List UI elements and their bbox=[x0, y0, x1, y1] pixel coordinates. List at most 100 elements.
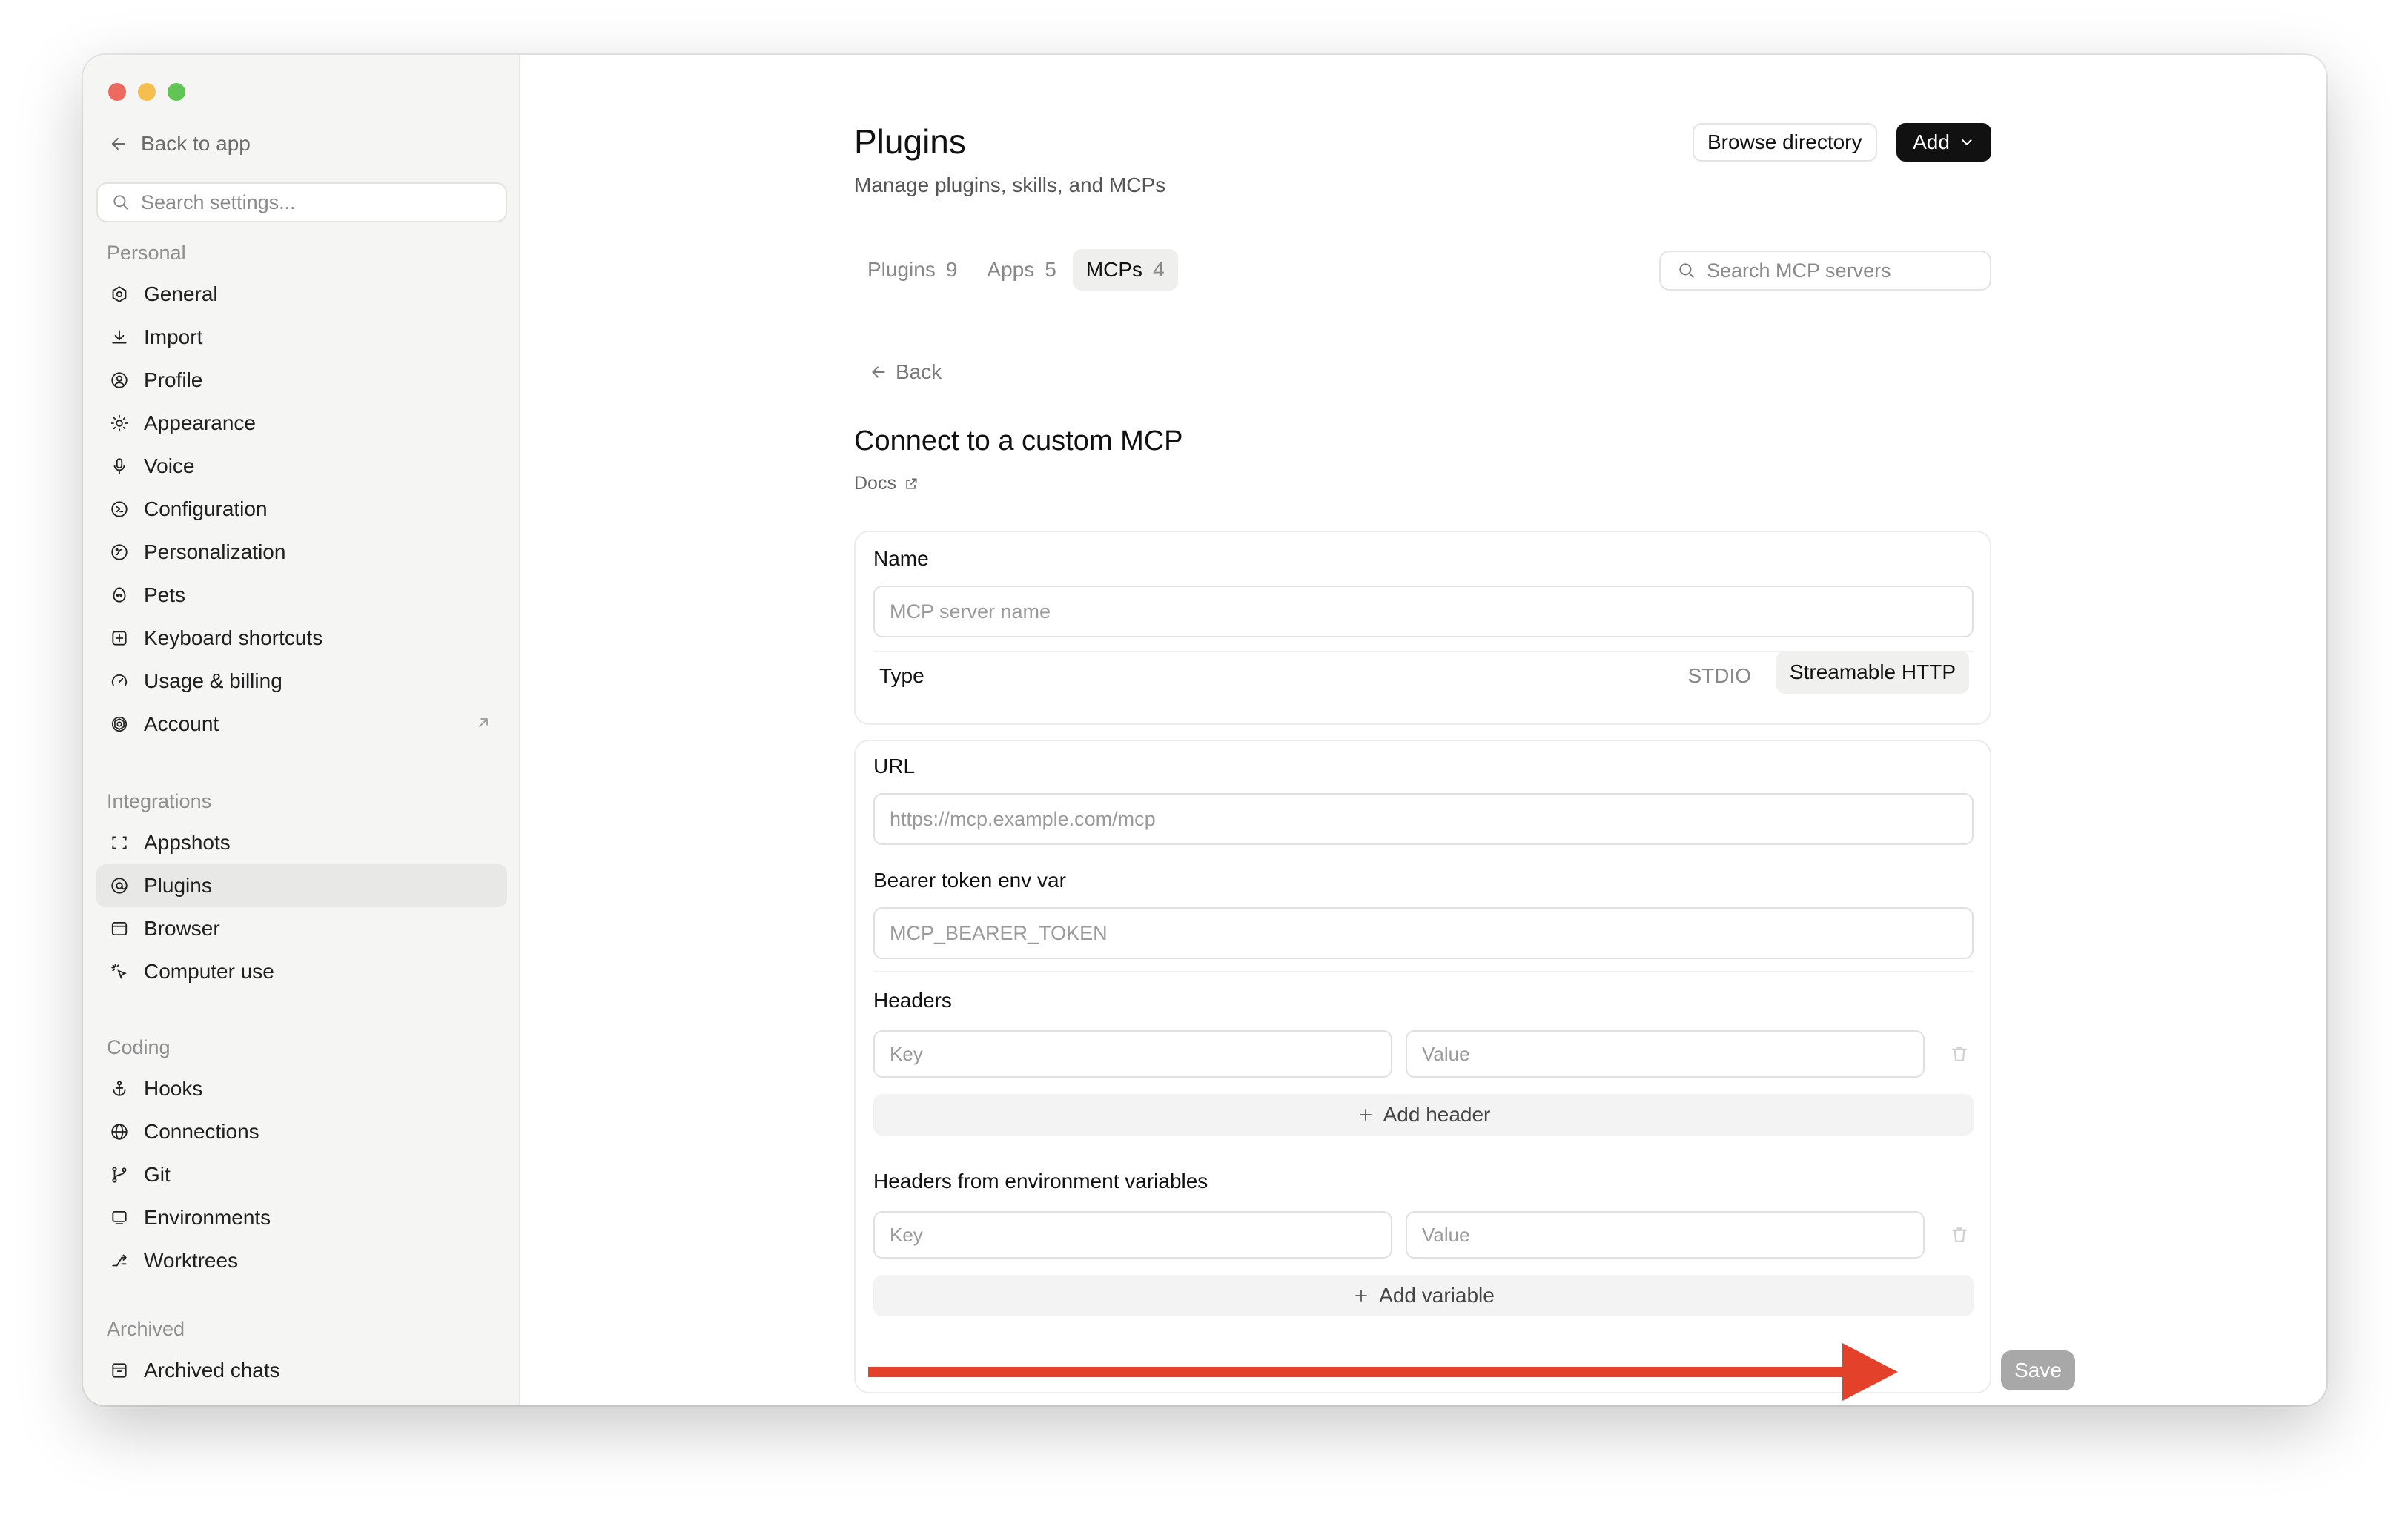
section-coding: Coding bbox=[107, 1036, 171, 1058]
section-personal: Personal bbox=[107, 242, 186, 264]
key-placeholder: Key bbox=[890, 1042, 923, 1065]
docs-link-label: Docs bbox=[854, 473, 896, 494]
trash-icon[interactable] bbox=[1948, 1224, 1971, 1246]
header-value-input[interactable]: Value bbox=[1406, 1030, 1925, 1078]
value-placeholder: Value bbox=[1422, 1042, 1470, 1065]
page-title: Plugins bbox=[854, 122, 966, 161]
env-key-input[interactable]: Key bbox=[873, 1211, 1392, 1259]
git-branch-icon bbox=[108, 1164, 130, 1186]
egg-icon bbox=[108, 584, 130, 606]
settings-search-placeholder: Search settings... bbox=[141, 190, 296, 213]
back-to-app-link[interactable]: Back to app bbox=[108, 132, 251, 156]
sidebar-item-label: Appshots bbox=[144, 831, 231, 854]
sidebar-item-configuration[interactable]: Configuration bbox=[96, 488, 507, 531]
sidebar-item-label: General bbox=[144, 282, 218, 305]
plus-icon bbox=[1359, 1109, 1372, 1121]
sidebar-item-worktrees[interactable]: Worktrees bbox=[96, 1239, 507, 1282]
sidebar-item-voice[interactable]: Voice bbox=[96, 445, 507, 488]
bearer-token-label: Bearer token env var bbox=[873, 869, 1066, 892]
trash-icon[interactable] bbox=[1948, 1043, 1971, 1065]
sidebar-item-label: Worktrees bbox=[144, 1249, 239, 1272]
sidebar-item-keyboard-shortcuts[interactable]: Keyboard shortcuts bbox=[96, 617, 507, 660]
profile-icon bbox=[108, 369, 130, 391]
sun-icon bbox=[108, 412, 130, 434]
mcp-search-placeholder: Search MCP servers bbox=[1707, 259, 1891, 282]
sidebar-item-label: Keyboard shortcuts bbox=[144, 626, 323, 649]
browse-directory-button[interactable]: Browse directory bbox=[1693, 123, 1877, 162]
url-field[interactable]: https://mcp.example.com/mcp bbox=[873, 793, 1974, 845]
sidebar-item-account[interactable]: Account bbox=[96, 703, 507, 746]
section-archived: Archived bbox=[107, 1318, 185, 1340]
search-icon bbox=[1679, 263, 1694, 278]
sidebar-item-label: Connections bbox=[144, 1120, 259, 1143]
name-label: Name bbox=[873, 547, 929, 570]
sidebar-item-appshots[interactable]: Appshots bbox=[96, 821, 507, 864]
bearer-token-field[interactable]: MCP_BEARER_TOKEN bbox=[873, 907, 1974, 959]
sidebar-item-pets[interactable]: Pets bbox=[96, 574, 507, 617]
tab-apps[interactable]: Apps 5 bbox=[973, 249, 1069, 291]
tab-label: MCPs bbox=[1085, 258, 1143, 281]
tab-mcps[interactable]: MCPs 4 bbox=[1072, 249, 1178, 291]
arrow-left-icon bbox=[872, 366, 885, 378]
sidebar-item-label: Hooks bbox=[144, 1077, 203, 1100]
mcp-search-input[interactable]: Search MCP servers bbox=[1659, 251, 1991, 291]
sidebar-item-import[interactable]: Import bbox=[96, 316, 507, 359]
window-controls bbox=[108, 83, 185, 101]
close-window-button[interactable] bbox=[108, 83, 126, 101]
back-link[interactable]: Back bbox=[869, 360, 942, 384]
personalization-icon bbox=[108, 541, 130, 563]
type-option-streamable-http[interactable]: Streamable HTTP bbox=[1776, 651, 1969, 694]
sidebar-item-archived-chats[interactable]: Archived chats bbox=[96, 1349, 507, 1392]
save-button[interactable]: Save bbox=[2001, 1350, 2075, 1390]
arrow-left-icon bbox=[111, 137, 126, 150]
sidebar-item-environments[interactable]: Environments bbox=[96, 1196, 507, 1239]
add-header-button[interactable]: Add header bbox=[873, 1094, 1974, 1136]
sidebar-item-hooks[interactable]: Hooks bbox=[96, 1067, 507, 1110]
add-variable-button[interactable]: Add variable bbox=[873, 1275, 1974, 1316]
annotation-arrow bbox=[868, 1343, 1898, 1401]
sidebar-item-label: Personalization bbox=[144, 540, 286, 563]
connection-card: URL https://mcp.example.com/mcp Bearer t… bbox=[854, 740, 1991, 1393]
docs-link[interactable]: Docs bbox=[854, 473, 919, 494]
key-placeholder: Key bbox=[890, 1223, 923, 1246]
sidebar-item-connections[interactable]: Connections bbox=[96, 1110, 507, 1153]
add-variable-label: Add variable bbox=[1379, 1284, 1495, 1307]
chevron-down-icon bbox=[1962, 139, 1972, 145]
value-placeholder: Value bbox=[1422, 1223, 1470, 1246]
sidebar-item-appearance[interactable]: Appearance bbox=[96, 402, 507, 445]
download-icon bbox=[108, 326, 130, 348]
sidebar-item-usage-billing[interactable]: Usage & billing bbox=[96, 660, 507, 703]
env-value-input[interactable]: Value bbox=[1406, 1211, 1925, 1259]
tab-count: 9 bbox=[945, 258, 958, 281]
divider bbox=[873, 971, 1974, 972]
settings-search-input[interactable]: Search settings... bbox=[96, 182, 507, 222]
sidebar-item-label: Pets bbox=[144, 583, 186, 606]
openai-icon bbox=[108, 713, 130, 735]
cursor-icon bbox=[108, 961, 130, 983]
add-button-label: Add bbox=[1913, 130, 1950, 153]
archive-icon bbox=[108, 1359, 130, 1382]
sidebar-item-computer-use[interactable]: Computer use bbox=[96, 950, 507, 993]
type-option-stdio[interactable]: STDIO bbox=[1687, 664, 1751, 688]
sidebar-item-general[interactable]: General bbox=[96, 273, 507, 316]
add-header-label: Add header bbox=[1383, 1103, 1491, 1126]
header-key-input[interactable]: Key bbox=[873, 1030, 1392, 1078]
tab-plugins[interactable]: Plugins 9 bbox=[854, 249, 970, 291]
sidebar-item-git[interactable]: Git bbox=[96, 1153, 507, 1196]
sidebar-item-personalization[interactable]: Personalization bbox=[96, 531, 507, 574]
sidebar-item-label: Usage & billing bbox=[144, 669, 282, 692]
sidebar-item-label: Plugins bbox=[144, 874, 212, 897]
sidebar-item-plugins[interactable]: Plugins bbox=[96, 864, 507, 907]
add-button[interactable]: Add bbox=[1896, 123, 1991, 162]
zoom-window-button[interactable] bbox=[168, 83, 185, 101]
minimize-window-button[interactable] bbox=[138, 83, 156, 101]
browser-icon bbox=[108, 918, 130, 940]
name-field[interactable]: MCP server name bbox=[873, 586, 1974, 637]
sidebar-item-profile[interactable]: Profile bbox=[96, 359, 507, 402]
sidebar-item-label: Git bbox=[144, 1163, 171, 1186]
sidebar-item-label: Configuration bbox=[144, 497, 268, 520]
anchor-icon bbox=[108, 1078, 130, 1100]
bearer-token-placeholder: MCP_BEARER_TOKEN bbox=[890, 921, 1108, 944]
globe-icon bbox=[108, 1121, 130, 1143]
sidebar-item-browser[interactable]: Browser bbox=[96, 907, 507, 950]
